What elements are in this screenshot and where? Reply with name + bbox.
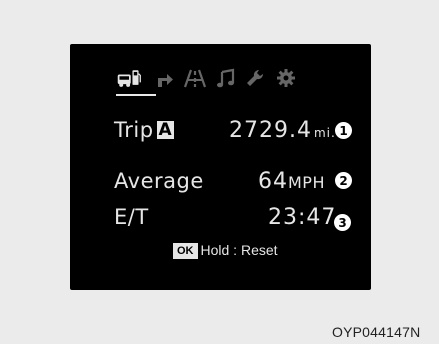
- figure-code: OYP044147N: [332, 324, 421, 340]
- lane-road-icon: [183, 69, 207, 88]
- tab-media[interactable]: [213, 64, 239, 92]
- callout-3: 3: [334, 214, 351, 231]
- average-speed-unit: MPH: [288, 173, 325, 192]
- tab-trip-computer[interactable]: [116, 64, 142, 92]
- mode-tab-bar: [116, 64, 316, 98]
- trip-distance-unit: mi.: [313, 126, 336, 140]
- reset-hint-text: Hold : Reset: [200, 242, 278, 258]
- trip-computer-icon: [117, 70, 141, 87]
- average-label: Average: [114, 169, 204, 193]
- gear-icon: [277, 69, 295, 87]
- active-tab-indicator: [116, 94, 156, 96]
- trip-distance: 2729.4 mi.: [229, 118, 336, 143]
- callout-1: 1: [335, 122, 352, 139]
- reset-hint: OK Hold : Reset: [173, 242, 278, 259]
- elapsed-time-label: E/T: [114, 205, 149, 229]
- trip-label: Trip: [114, 118, 154, 142]
- turn-arrow-icon: [158, 74, 173, 87]
- trip-badge: A: [156, 120, 175, 140]
- trip-distance-value: 2729.4: [229, 118, 312, 143]
- average-speed-value: 64: [258, 169, 288, 194]
- wrench-icon: [247, 69, 264, 86]
- ok-button-icon: OK: [173, 243, 198, 259]
- tab-settings[interactable]: [273, 64, 299, 92]
- callout-2: 2: [335, 172, 352, 189]
- tab-maintenance[interactable]: [242, 64, 268, 92]
- cluster-display: Trip A 2729.4 mi. 1 Average 64MPH 2 E/T 23…: [70, 44, 371, 290]
- elapsed-time-value: 23:47: [268, 205, 337, 230]
- music-note-icon: [217, 68, 235, 88]
- tab-navigation[interactable]: [152, 64, 178, 92]
- average-speed: 64MPH: [258, 169, 325, 194]
- trip-label-row: Trip A: [114, 118, 175, 142]
- tab-driving-assist[interactable]: [182, 64, 208, 92]
